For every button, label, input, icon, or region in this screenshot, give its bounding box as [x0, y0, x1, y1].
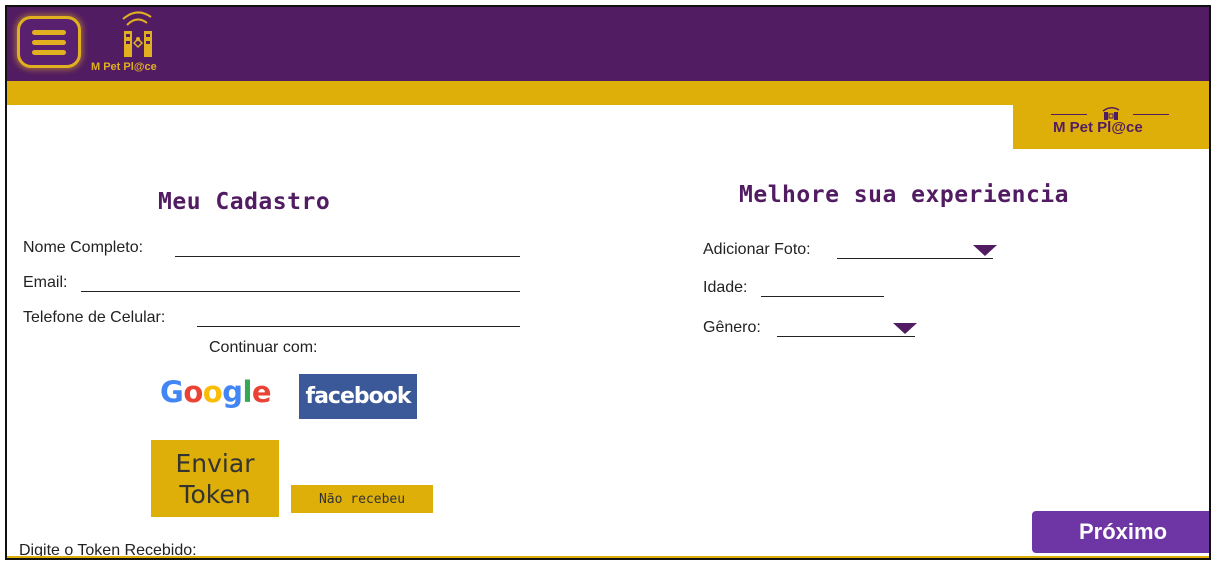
foto-label: Adicionar Foto: [703, 241, 811, 258]
brand-name: M Pet Pl@ce [1053, 119, 1143, 136]
menu-icon-bar [32, 39, 66, 45]
facebook-login-button[interactable]: facebook [299, 374, 417, 419]
idade-input[interactable] [761, 295, 884, 297]
google-letter: G [160, 375, 184, 409]
idade-label: Idade: [703, 279, 748, 296]
next-button[interactable]: Próximo [1032, 511, 1209, 553]
cadastro-title: Meu Cadastro [158, 189, 331, 215]
brand-tab: M Pet Pl@ce [1013, 105, 1209, 149]
google-letter: e [251, 375, 272, 409]
genero-select[interactable] [777, 335, 915, 337]
brand-logo-icon [1102, 107, 1120, 120]
experiencia-title: Melhore sua experiencia [739, 182, 1069, 208]
brand-logo-icon [122, 11, 152, 57]
google-login-button[interactable]: Google [160, 375, 272, 409]
menu-icon-bar [32, 29, 66, 35]
menu-icon-bar [32, 49, 66, 55]
top-bar: M Pet Pl@ce [7, 7, 1209, 81]
telefone-label: Telefone de Celular: [23, 309, 166, 326]
chevron-down-icon[interactable] [893, 323, 917, 334]
chevron-down-icon[interactable] [973, 245, 997, 256]
bottom-accent-line [7, 556, 1209, 558]
google-letter: o [202, 375, 223, 409]
brand-logo[interactable]: M Pet Pl@ce [91, 9, 181, 77]
divider [1051, 114, 1087, 115]
foto-select[interactable] [837, 257, 993, 259]
email-label: Email: [23, 274, 68, 291]
brand-name: M Pet Pl@ce [91, 61, 157, 73]
divider [1133, 114, 1169, 115]
send-token-button[interactable]: Enviar Token [151, 440, 279, 517]
nome-input[interactable] [175, 255, 520, 257]
menu-button[interactable] [17, 16, 81, 68]
app-frame: M Pet Pl@ce M Pet Pl@ce Meu Cadastro Nom… [5, 5, 1211, 560]
google-letter: g [222, 375, 243, 409]
genero-label: Gênero: [703, 319, 761, 336]
email-input[interactable] [81, 290, 520, 292]
accent-bar [7, 81, 1209, 105]
resend-token-button[interactable]: Não recebeu [291, 485, 433, 513]
telefone-input[interactable] [197, 325, 520, 327]
google-letter: l [242, 375, 252, 409]
nome-label: Nome Completo: [23, 239, 144, 256]
continue-label: Continuar com: [209, 339, 318, 356]
google-letter: o [183, 375, 203, 409]
